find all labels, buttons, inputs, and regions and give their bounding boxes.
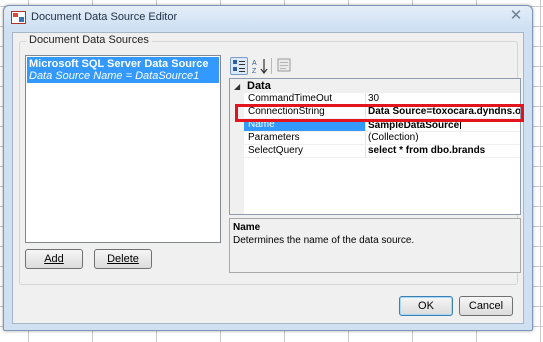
property-description-panel: Name Determines the name of the data sou… xyxy=(229,218,521,273)
data-source-type: Microsoft SQL Server Data Source xyxy=(29,58,209,70)
window-title: Document Data Source Editor xyxy=(31,11,178,23)
document-data-sources-group: Document Data Sources Microsoft SQL Serv… xyxy=(19,34,521,285)
description-text: Determines the name of the data source. xyxy=(233,235,415,246)
add-button-label: Add xyxy=(44,253,64,265)
group-legend: Document Data Sources xyxy=(26,34,152,46)
svg-text:A: A xyxy=(252,60,257,67)
title-bar[interactable]: Document Data Source Editor ✕ xyxy=(4,6,532,28)
text-caret xyxy=(460,119,462,129)
svg-text:Z: Z xyxy=(252,68,257,75)
data-source-name: Data Source Name = DataSource1 xyxy=(29,70,200,82)
add-button[interactable]: Add xyxy=(25,249,83,269)
delete-button-label: Delete xyxy=(107,253,139,265)
document-data-source-editor-dialog: Document Data Source Editor ✕ Document D… xyxy=(3,5,533,331)
property-row-selectquery[interactable]: SelectQuery select * from dbo.brands xyxy=(244,145,520,158)
description-title: Name xyxy=(233,222,261,233)
property-value[interactable]: (Collection) xyxy=(368,132,520,144)
property-value[interactable]: 30 xyxy=(368,93,520,105)
categorized-icon[interactable] xyxy=(230,57,248,75)
property-row-commandtimeout[interactable]: CommandTimeOut 30 xyxy=(244,93,520,106)
property-value: SampleDataSource xyxy=(368,120,460,131)
ok-button[interactable]: OK xyxy=(399,296,453,316)
property-value[interactable]: select * from dbo.brands xyxy=(368,145,520,157)
property-pages-icon[interactable] xyxy=(276,57,294,75)
property-value[interactable]: Data Source=toxocara.dyndns.org xyxy=(368,106,520,118)
alphabetical-sort-icon[interactable]: A Z xyxy=(251,57,269,75)
property-name: Parameters xyxy=(244,132,366,144)
collapse-arrow-icon[interactable]: ◢ xyxy=(234,82,240,91)
property-grid[interactable]: ◢ Data CommandTimeOut 30 ConnectionStrin… xyxy=(229,78,521,215)
toolbar-separator xyxy=(271,58,272,74)
data-source-editor-icon xyxy=(11,11,26,24)
property-name: CommandTimeOut xyxy=(244,93,366,105)
cancel-button[interactable]: Cancel xyxy=(459,296,513,316)
property-name: SelectQuery xyxy=(244,145,366,157)
data-source-list[interactable]: Microsoft SQL Server Data Source Data So… xyxy=(25,55,221,243)
list-item[interactable]: Microsoft SQL Server Data Source Data So… xyxy=(27,57,219,83)
grid-margin xyxy=(230,79,244,214)
category-data[interactable]: ◢ Data xyxy=(230,79,520,93)
property-name: ConnectionString xyxy=(244,106,366,118)
close-icon[interactable]: ✕ xyxy=(508,8,524,24)
category-label: Data xyxy=(247,80,271,92)
property-value-editor[interactable]: SampleDataSource xyxy=(368,119,520,131)
property-grid-toolbar: A Z xyxy=(229,55,519,77)
property-row-connectionstring[interactable]: ConnectionString Data Source=toxocara.dy… xyxy=(244,106,520,119)
property-row-parameters[interactable]: Parameters (Collection) xyxy=(244,132,520,145)
dialog-client-area: Document Data Sources Microsoft SQL Serv… xyxy=(12,32,524,324)
property-row-name[interactable]: Name SampleDataSource xyxy=(244,119,520,132)
property-name: Name xyxy=(244,119,366,131)
delete-button[interactable]: Delete xyxy=(94,249,152,269)
